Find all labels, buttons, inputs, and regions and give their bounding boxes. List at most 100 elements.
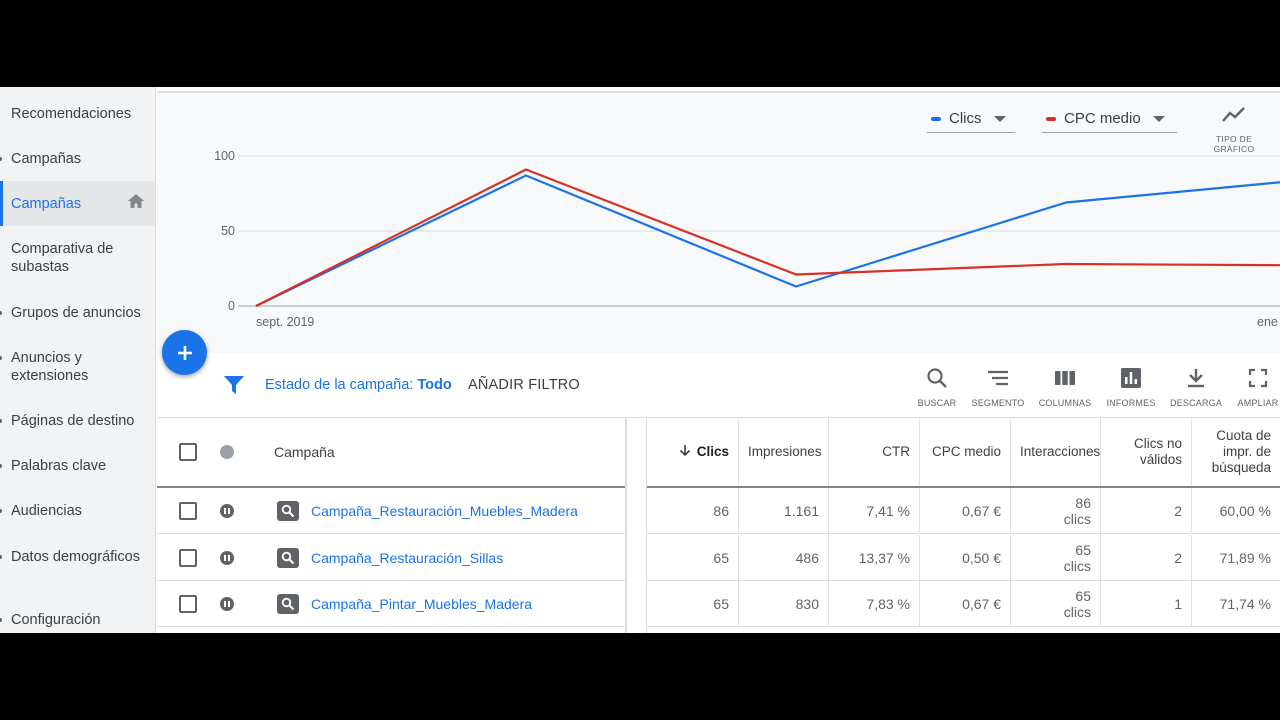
cell-cpc: 0,50 € [920, 535, 1011, 580]
chart-type-button[interactable]: TIPO DE GRÁFICO [1196, 105, 1272, 154]
campaign-name-link[interactable]: Campaña_Pintar_Muebles_Madera [311, 596, 532, 612]
cell-interactions: 86 clics [1011, 488, 1101, 533]
header-clicks[interactable]: Clics [648, 418, 739, 486]
table-row[interactable]: Campaña_Pintar_Muebles_Madera 65 830 7,8… [157, 581, 1280, 627]
sidebar-item-recommendations[interactable]: Recomendaciones [0, 105, 155, 123]
cell-search-share: 71,89 % [1219, 549, 1271, 566]
bullet-marker [0, 356, 2, 360]
frozen-column-divider[interactable] [625, 418, 647, 633]
cell-search-share: 71,74 % [1219, 595, 1271, 612]
status-dot-icon [220, 445, 234, 459]
cell-interactions: 65 clics [1011, 581, 1101, 626]
header-search-share[interactable]: Cuota de impr. de búsqueda [1192, 418, 1280, 486]
header-invalid-clicks[interactable]: Clics no válidos [1101, 418, 1192, 486]
row-checkbox[interactable] [179, 501, 197, 520]
columns-button[interactable]: COLUMNAS [1033, 367, 1097, 408]
metric1-dropdown[interactable]: Clics [927, 105, 1015, 133]
caret-down-icon [993, 110, 1006, 127]
performance-chart: 100 50 0 sept. 2019 ene Clics CPC medio TIPO… [157, 91, 1280, 353]
reports-button[interactable]: INFORMES [1099, 367, 1163, 408]
segment-icon [988, 370, 1008, 386]
add-filter-button[interactable]: AÑADIR FILTRO [468, 377, 580, 393]
bullet-marker [0, 555, 2, 559]
bullet-marker [0, 464, 2, 468]
cell-clicks: 65 [648, 535, 739, 580]
sidebar-item-keywords[interactable]: Palabras clave [0, 457, 155, 475]
cell-impressions: 486 [739, 535, 829, 580]
home-icon [127, 193, 145, 214]
cell-invalid-clicks: 1 [1101, 581, 1192, 626]
caret-down-icon [1152, 110, 1165, 127]
cell-cpc: 0,67 € [920, 488, 1011, 533]
header-impressions[interactable]: Impresiones [739, 418, 829, 486]
cell-ctr: 7,83 % [829, 581, 920, 626]
filter-funnel-icon[interactable] [223, 375, 245, 400]
sidebar-item-audiences[interactable]: Audiencias [0, 502, 155, 520]
sort-arrow-icon [679, 444, 691, 460]
add-fab-button[interactable] [162, 330, 207, 375]
metric2-swatch [1046, 116, 1056, 121]
search-campaign-icon [277, 547, 299, 568]
fullscreen-button[interactable]: AMPLIAR [1226, 367, 1280, 408]
cell-cpc: 0,67 € [920, 581, 1011, 626]
sidebar-item-settings[interactable]: Configuración [0, 611, 155, 629]
download-icon [1188, 369, 1204, 388]
sidebar-item-landing-pages[interactable]: Páginas de destino [0, 412, 155, 430]
cell-ctr: 13,37 % [829, 535, 920, 580]
select-all-checkbox[interactable] [179, 443, 197, 461]
table-row[interactable]: Campaña_Restauración_Muebles_Madera 86 1… [157, 488, 1280, 534]
search-icon [927, 368, 947, 388]
campaign-name-link[interactable]: Campaña_Restauración_Muebles_Madera [311, 503, 578, 519]
reports-icon [1121, 368, 1141, 388]
cell-interactions: 65 clics [1011, 535, 1101, 580]
sidebar-item-campaigns-parent[interactable]: Campañas [0, 150, 155, 168]
series-line-clics [255, 174, 1280, 307]
cell-impressions: 830 [739, 581, 829, 626]
header-campaign[interactable]: Campaña [274, 418, 474, 486]
sidebar-item-campaigns[interactable]: Campañas [0, 181, 155, 226]
x-tick-label: sept. 2019 [256, 315, 314, 329]
search-button[interactable]: BUSCAR [905, 367, 969, 408]
x-tick-label: ene [1257, 315, 1278, 329]
ads-screen: Recomendaciones Campañas Campañas Compar… [0, 87, 1280, 633]
header-cpc[interactable]: CPC medio [920, 418, 1011, 486]
cell-invalid-clicks: 2 [1101, 488, 1192, 533]
fullscreen-icon [1248, 368, 1268, 388]
cell-impressions: 1.161 [739, 488, 829, 533]
campaign-status-filter[interactable]: Estado de la campaña: Todo [265, 377, 452, 393]
sidebar-item-demographics[interactable]: Datos demográficos [0, 548, 155, 566]
download-button[interactable]: DESCARGA [1164, 367, 1228, 408]
plus-icon [177, 345, 192, 360]
row-checkbox[interactable] [179, 594, 197, 613]
search-campaign-icon [277, 500, 299, 521]
metric2-dropdown[interactable]: CPC medio [1042, 105, 1177, 133]
sidebar: Recomendaciones Campañas Campañas Compar… [0, 87, 156, 633]
paused-status-icon [220, 550, 234, 565]
bullet-marker [0, 618, 2, 622]
cell-invalid-clicks: 2 [1101, 535, 1192, 580]
series-line-cpc-medio [255, 168, 1280, 307]
row-checkbox[interactable] [179, 548, 197, 567]
filter-bar: Estado de la campaña: Todo AÑADIR FILTRO… [157, 353, 1280, 418]
campaigns-table: Campaña Clics Impresiones CTR CPC medio … [157, 418, 1280, 633]
sidebar-item-auction-insights[interactable]: Comparativa de subastas [0, 240, 155, 276]
table-header: Campaña Clics Impresiones CTR CPC medio … [157, 418, 1280, 488]
y-tick-label: 100 [214, 149, 235, 163]
y-tick-label: 50 [221, 224, 235, 238]
paused-status-icon [220, 596, 234, 611]
sidebar-item-ads-extensions[interactable]: Anuncios y extensiones [0, 349, 155, 385]
header-interactions[interactable]: Interacciones [1011, 418, 1101, 486]
columns-icon [1055, 371, 1075, 385]
bullet-marker [0, 509, 2, 513]
header-ctr[interactable]: CTR [829, 418, 920, 486]
paused-status-icon [220, 503, 234, 518]
y-tick-label: 0 [228, 299, 235, 313]
cell-search-share: 60,00 % [1219, 502, 1271, 519]
cell-clicks: 86 [648, 488, 739, 533]
sidebar-item-ad-groups[interactable]: Grupos de anuncios [0, 304, 155, 322]
campaign-name-link[interactable]: Campaña_Restauración_Sillas [311, 550, 503, 566]
table-row[interactable]: Campaña_Restauración_Sillas 65 486 13,37… [157, 535, 1280, 581]
trend-line-icon [1222, 107, 1245, 122]
segment-button[interactable]: SEGMENTO [966, 367, 1030, 408]
cell-clicks: 65 [648, 581, 739, 626]
